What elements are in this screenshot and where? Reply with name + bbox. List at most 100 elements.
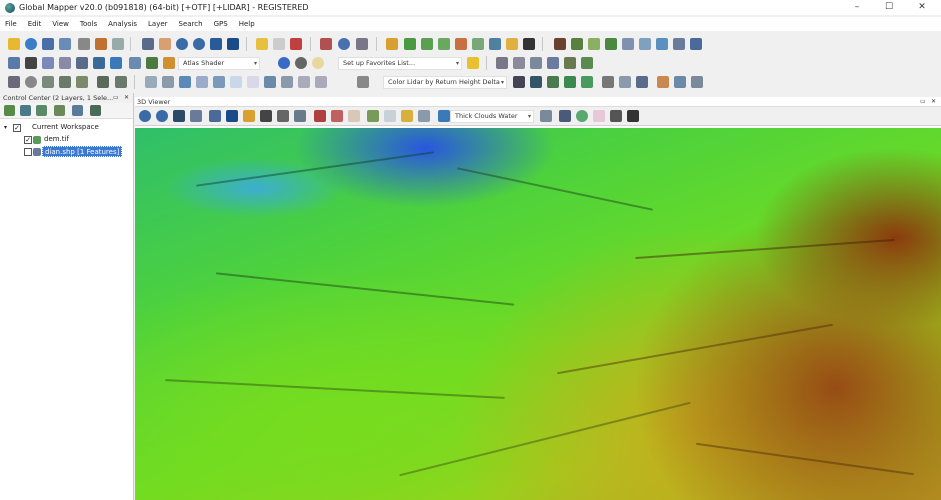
menu-view[interactable]: View [52, 20, 69, 28]
camera-icon[interactable] [627, 110, 639, 122]
layer-search-icon[interactable] [72, 105, 83, 116]
image-icon[interactable] [506, 38, 518, 50]
layer-move-icon[interactable] [54, 105, 65, 116]
building-icon[interactable] [622, 38, 634, 50]
measure-icon[interactable] [320, 38, 332, 50]
layer-visibility-icon[interactable] [36, 105, 47, 116]
volume-icon[interactable] [455, 38, 467, 50]
terrain-icon[interactable] [367, 110, 379, 122]
lidar-grid-icon[interactable] [315, 76, 327, 88]
menu-edit[interactable]: Edit [28, 20, 42, 28]
zoom-in-icon[interactable] [139, 110, 151, 122]
water-icon[interactable] [639, 38, 651, 50]
close-x-icon[interactable] [540, 110, 552, 122]
save-icon[interactable] [42, 38, 54, 50]
overlay-icon[interactable] [112, 38, 124, 50]
water-level-icon[interactable] [438, 110, 450, 122]
path-edit-icon[interactable] [42, 76, 54, 88]
globe-icon[interactable] [25, 38, 37, 50]
profile-icon[interactable] [472, 38, 484, 50]
height-icon[interactable] [418, 110, 430, 122]
ruler-icon[interactable] [357, 76, 369, 88]
layer-stack-icon[interactable] [42, 57, 54, 69]
pin-icon[interactable] [25, 57, 37, 69]
shader-select[interactable]: Atlas Shader ▾ [178, 57, 260, 70]
zoom-select-icon[interactable] [142, 38, 154, 50]
config-icon[interactable] [78, 38, 90, 50]
open-folder-icon[interactable] [8, 38, 20, 50]
delete-x-icon[interactable] [290, 38, 302, 50]
eraser-icon[interactable] [331, 110, 343, 122]
measure-icon[interactable] [348, 110, 360, 122]
lidar-class-icon[interactable] [196, 76, 208, 88]
view-cube-icon[interactable] [209, 110, 221, 122]
render-icon[interactable] [559, 110, 571, 122]
trim-icon[interactable] [97, 76, 109, 88]
restore-icon[interactable]: ▭ [920, 97, 926, 107]
layer-item-dem[interactable]: dem.tif [44, 134, 69, 145]
ground-icon[interactable] [588, 38, 600, 50]
path-icon[interactable] [564, 57, 576, 69]
star-icon[interactable] [467, 57, 479, 69]
stop-icon[interactable] [593, 110, 605, 122]
layer-options-icon[interactable] [20, 105, 31, 116]
wrench-icon[interactable] [277, 110, 289, 122]
tree-icon[interactable] [605, 38, 617, 50]
menu-help[interactable]: Help [239, 20, 255, 28]
cut-icon[interactable] [76, 57, 88, 69]
search-binoculars-icon[interactable] [356, 38, 368, 50]
lidar-edit-icon[interactable] [213, 76, 225, 88]
drop-icon[interactable] [656, 38, 668, 50]
info-icon[interactable] [338, 38, 350, 50]
workspace-label[interactable]: Current Workspace [32, 122, 99, 133]
shader-icon[interactable] [163, 57, 175, 69]
lidar-clip-icon[interactable] [247, 76, 259, 88]
watershed-icon[interactable] [421, 38, 433, 50]
lidar-move-icon[interactable] [691, 76, 703, 88]
point-cloud-icon[interactable] [145, 76, 157, 88]
fly-icon[interactable] [190, 110, 202, 122]
expand-icon[interactable]: ▾ [4, 124, 7, 131]
zoom-out-icon[interactable] [156, 110, 168, 122]
layer-item-dian[interactable]: dian.shp [1 Features] [42, 146, 123, 157]
brush-icon[interactable] [8, 76, 20, 88]
chart-icon[interactable] [146, 57, 158, 69]
lidar-ground-icon[interactable] [581, 76, 593, 88]
home-icon[interactable] [226, 110, 238, 122]
terrain-analysis-icon[interactable] [386, 38, 398, 50]
clear-x-icon[interactable] [523, 38, 535, 50]
copy-icon[interactable] [59, 57, 71, 69]
close-button[interactable]: ✕ [907, 0, 937, 15]
settings-gear-icon[interactable] [295, 57, 307, 69]
globe-icon[interactable] [278, 57, 290, 69]
close-icon[interactable]: ✕ [931, 97, 936, 107]
filter-icon[interactable] [657, 76, 669, 88]
sort-icon[interactable] [93, 57, 105, 69]
lidar-view-icon[interactable] [230, 76, 242, 88]
histogram-icon[interactable] [129, 57, 141, 69]
water-select[interactable]: Thick Clouds Water ▾ [450, 110, 534, 123]
warning-icon[interactable] [602, 76, 614, 88]
layer-checkbox-dem[interactable]: ✓ [24, 136, 32, 144]
reshape-icon[interactable] [59, 76, 71, 88]
lidar-noise-icon[interactable] [619, 76, 631, 88]
lidar-points-icon[interactable] [513, 76, 525, 88]
line-icon[interactable] [673, 38, 685, 50]
close-icon[interactable]: ✕ [124, 93, 129, 103]
grid-icon[interactable] [489, 38, 501, 50]
menu-analysis[interactable]: Analysis [108, 20, 137, 28]
brush-icon[interactable] [690, 38, 702, 50]
light-icon[interactable] [312, 57, 324, 69]
crosshair-icon[interactable] [260, 110, 272, 122]
pin-icon[interactable]: ▭ [113, 93, 119, 103]
menu-tools[interactable]: Tools [80, 20, 97, 28]
terrain-3d-view[interactable] [135, 128, 941, 500]
lidar-search-icon[interactable] [636, 76, 648, 88]
lidar-color-select[interactable]: Color Lidar by Return Height Delta ▾ [383, 76, 507, 89]
menu-search[interactable]: Search [179, 20, 203, 28]
vertex-icon[interactable] [513, 57, 525, 69]
vertical-scale-icon[interactable] [401, 110, 413, 122]
select-icon[interactable] [273, 38, 285, 50]
menu-layer[interactable]: Layer [148, 20, 168, 28]
mountain-icon[interactable] [554, 38, 566, 50]
